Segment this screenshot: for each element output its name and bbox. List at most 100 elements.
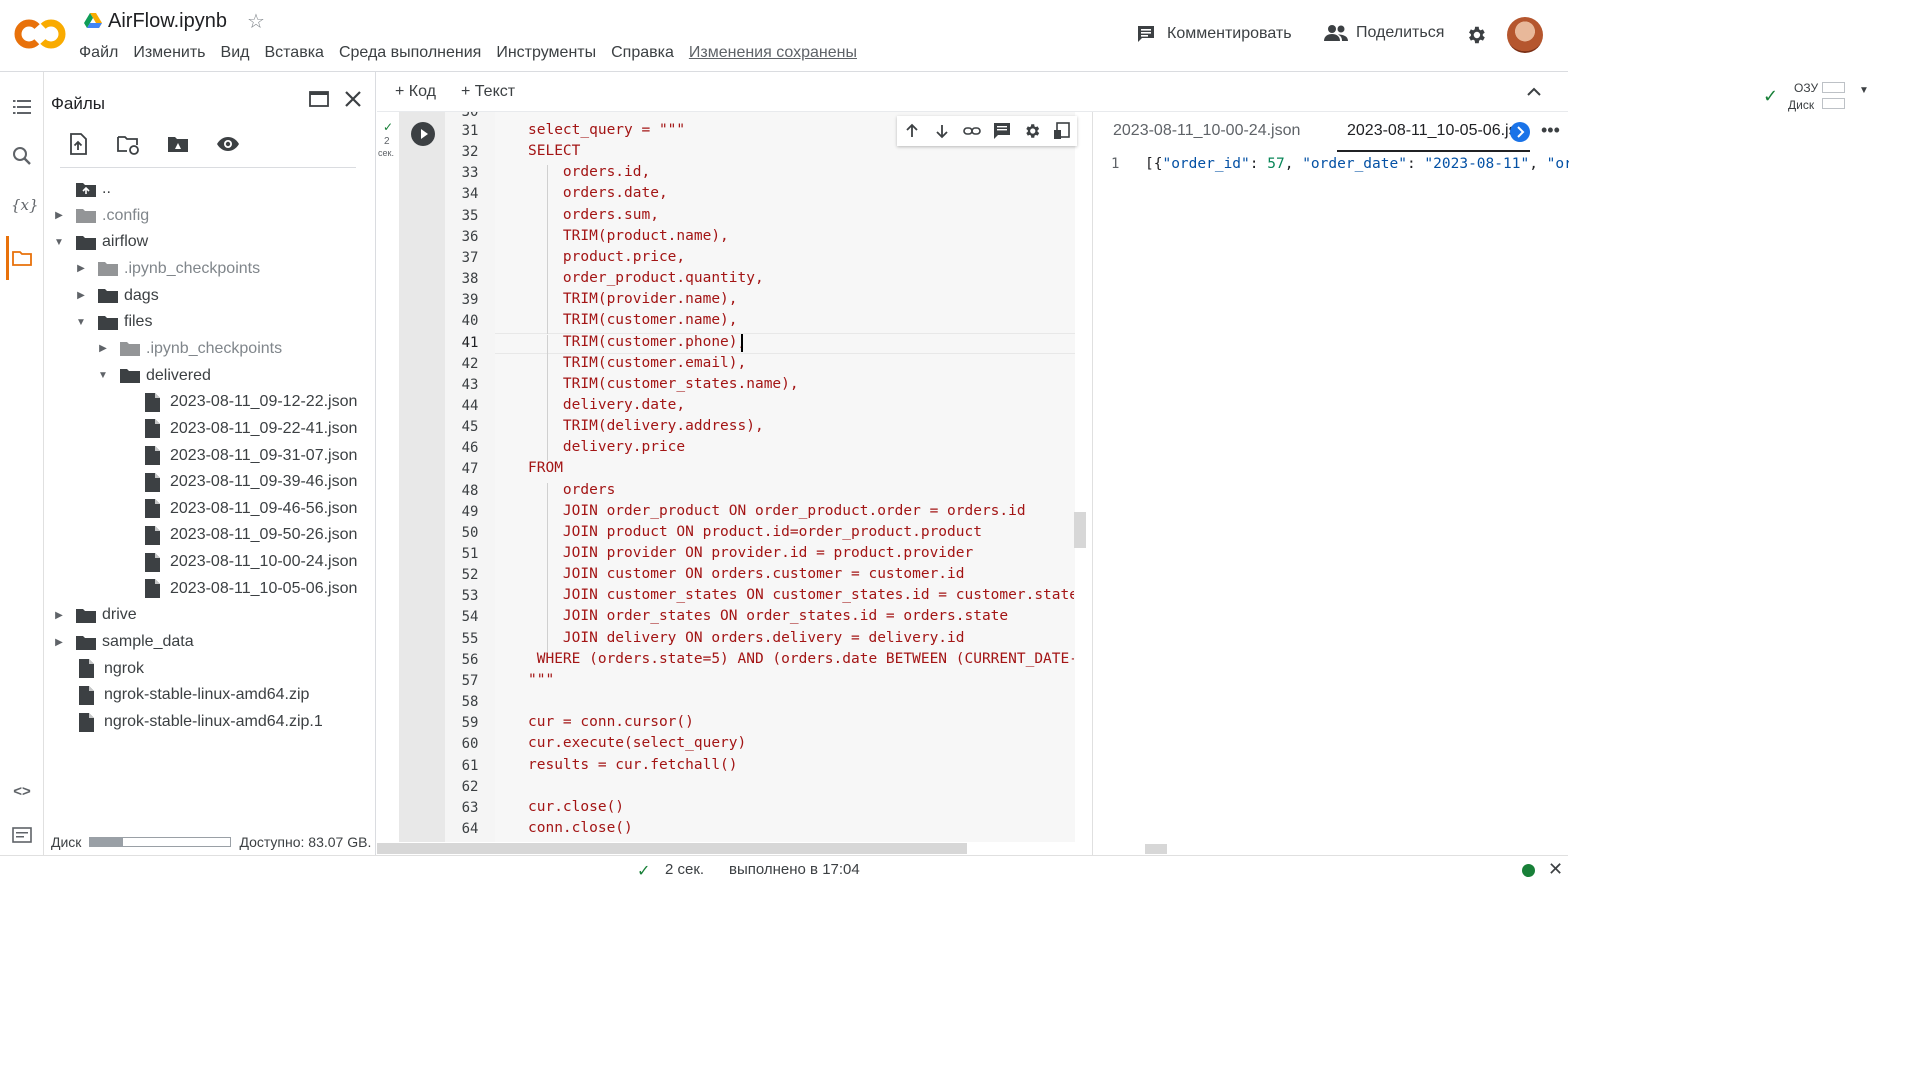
upload-file-icon[interactable] — [66, 132, 90, 156]
collapse-arrow-icon[interactable]: ▼ — [74, 317, 88, 328]
cell-toolbar — [897, 116, 1077, 146]
share-button[interactable]: Поделиться — [1324, 24, 1444, 42]
cell-settings-gear-icon[interactable] — [1023, 122, 1041, 140]
folder-item[interactable]: ▶ .config — [52, 203, 149, 229]
more-options-icon[interactable]: ••• — [1541, 120, 1560, 141]
folder-item[interactable]: ▼ delivered — [96, 363, 211, 389]
viewer-json-content[interactable]: [{"order_id": 57, "order_date": "2023-08… — [1145, 156, 1569, 172]
collapse-chevron-up-icon[interactable] — [1525, 83, 1543, 101]
line-number: 46 — [461, 440, 479, 457]
user-avatar[interactable] — [1507, 17, 1543, 53]
folder-item[interactable]: ▶ .ipynb_checkpoints — [74, 256, 260, 282]
folder-item[interactable]: ▼ airflow — [52, 229, 148, 255]
expand-arrow-icon[interactable]: ▶ — [52, 210, 66, 221]
horizontal-scrollbar[interactable] — [377, 843, 967, 854]
parent-dir-item[interactable]: .. — [52, 176, 111, 202]
viewer-tab-active[interactable]: 2023-08-11_10-05-06.json — [1347, 122, 1519, 140]
indent-guide — [547, 630, 548, 652]
menu-help[interactable]: Справка — [611, 44, 674, 62]
dropdown-icon[interactable]: ▼ — [1859, 85, 1869, 96]
close-icon[interactable] — [342, 88, 364, 110]
folder-item[interactable]: ▶ sample_data — [52, 629, 193, 655]
collapse-arrow-icon[interactable]: ▼ — [52, 237, 66, 248]
line-number: 44 — [461, 397, 479, 414]
folder-item[interactable]: ▶ dags — [74, 283, 159, 309]
expand-arrow-icon[interactable]: ▶ — [74, 263, 88, 274]
expand-arrow-icon[interactable]: ▶ — [52, 610, 66, 621]
table-of-contents-icon[interactable] — [11, 96, 33, 118]
search-icon[interactable] — [11, 145, 33, 167]
divider — [60, 167, 356, 168]
settings-gear-icon[interactable] — [1465, 24, 1487, 46]
expand-arrow-icon[interactable]: ▶ — [74, 290, 88, 301]
menu-view[interactable]: Вид — [221, 44, 250, 62]
file-item[interactable]: 2023-08-11_09-46-56.json — [118, 496, 357, 522]
line-number: 37 — [461, 249, 479, 266]
saved-status-link[interactable]: Изменения сохранены — [689, 44, 857, 62]
line-number: 49 — [461, 503, 479, 520]
notebook-title[interactable]: AirFlow.ipynb — [108, 10, 227, 33]
menu-runtime[interactable]: Среда выполнения — [339, 44, 481, 62]
vertical-scrollbar[interactable] — [1074, 512, 1086, 548]
menu-edit[interactable]: Изменить — [133, 44, 205, 62]
file-item[interactable]: 2023-08-11_09-12-22.json — [118, 389, 357, 415]
line-number: 48 — [461, 482, 479, 499]
colab-logo[interactable] — [14, 14, 66, 54]
code-line: WHERE (orders.state=5) AND (orders.date … — [528, 650, 1074, 667]
show-hidden-eye-icon[interactable] — [216, 132, 240, 156]
file-item[interactable]: ngrok-stable-linux-amd64.zip.1 — [52, 709, 323, 735]
command-palette-icon[interactable] — [11, 824, 33, 846]
indent-guide — [547, 355, 548, 377]
file-item[interactable]: ngrok-stable-linux-amd64.zip — [52, 682, 309, 708]
mirror-cell-icon[interactable] — [1053, 122, 1071, 140]
line-number: 57 — [461, 672, 479, 689]
json-punct: : — [1406, 156, 1425, 172]
folder-up-icon — [76, 182, 96, 197]
comment-cell-icon[interactable] — [993, 122, 1011, 140]
move-up-arrow-icon[interactable] — [903, 122, 921, 140]
code-snippets-icon[interactable]: <> — [11, 783, 33, 805]
add-text-cell-button[interactable]: + Текст — [461, 83, 515, 101]
open-in-tab-icon[interactable] — [308, 88, 330, 110]
collapse-arrow-icon[interactable]: ▼ — [96, 370, 110, 381]
tree-item-label: ngrok-stable-linux-amd64.zip — [104, 686, 310, 704]
indent-guide — [547, 546, 548, 568]
add-code-cell-button[interactable]: + Код — [395, 83, 436, 101]
comment-button[interactable]: Комментировать — [1136, 24, 1292, 44]
file-item[interactable]: 2023-08-11_09-50-26.json — [118, 522, 357, 548]
menu-file[interactable]: Файл — [79, 44, 118, 62]
indent-guide — [547, 524, 548, 546]
tab-scroll-right-button[interactable] — [1510, 122, 1530, 142]
run-cell-button[interactable] — [411, 122, 435, 146]
google-drive-icon — [84, 13, 102, 28]
expand-arrow-icon[interactable]: ▶ — [96, 343, 110, 354]
file-item[interactable]: 2023-08-11_10-00-24.json — [118, 549, 357, 575]
file-item[interactable]: 2023-08-11_09-39-46.json — [118, 469, 357, 495]
indent-guide — [547, 609, 548, 631]
file-item[interactable]: 2023-08-11_09-31-07.json — [118, 443, 357, 469]
variables-icon[interactable]: {x} — [11, 196, 39, 218]
file-item[interactable]: 2023-08-11_10-05-06.json — [118, 576, 357, 602]
file-item[interactable]: 2023-08-11_09-22-41.json — [118, 416, 357, 442]
folder-item[interactable]: ▼ files — [74, 309, 152, 335]
file-item[interactable]: ngrok — [52, 656, 144, 682]
code-line: cur.close() — [528, 798, 625, 815]
mount-drive-icon[interactable] — [166, 132, 190, 156]
folder-item[interactable]: ▶ .ipynb_checkpoints — [96, 336, 282, 362]
folder-item[interactable]: ▶ drive — [52, 602, 137, 628]
files-folder-icon[interactable] — [11, 247, 33, 269]
move-down-arrow-icon[interactable] — [933, 122, 951, 140]
menu-insert[interactable]: Вставка — [264, 44, 323, 62]
expand-arrow-icon[interactable]: ▶ — [52, 637, 66, 648]
menu-tools[interactable]: Инструменты — [496, 44, 596, 62]
line-number: 34 — [461, 186, 479, 203]
close-status-icon[interactable]: ✕ — [1548, 859, 1563, 880]
star-icon[interactable]: ☆ — [247, 9, 265, 34]
line-number: 59 — [461, 715, 479, 732]
code-line: orders.date, — [528, 185, 668, 202]
link-icon[interactable] — [963, 122, 981, 140]
comment-label: Комментировать — [1167, 25, 1292, 42]
viewer-horizontal-scrollbar[interactable] — [1145, 844, 1167, 854]
refresh-folder-icon[interactable] — [116, 132, 140, 156]
viewer-tab[interactable]: 2023-08-11_10-00-24.json — [1113, 122, 1300, 140]
